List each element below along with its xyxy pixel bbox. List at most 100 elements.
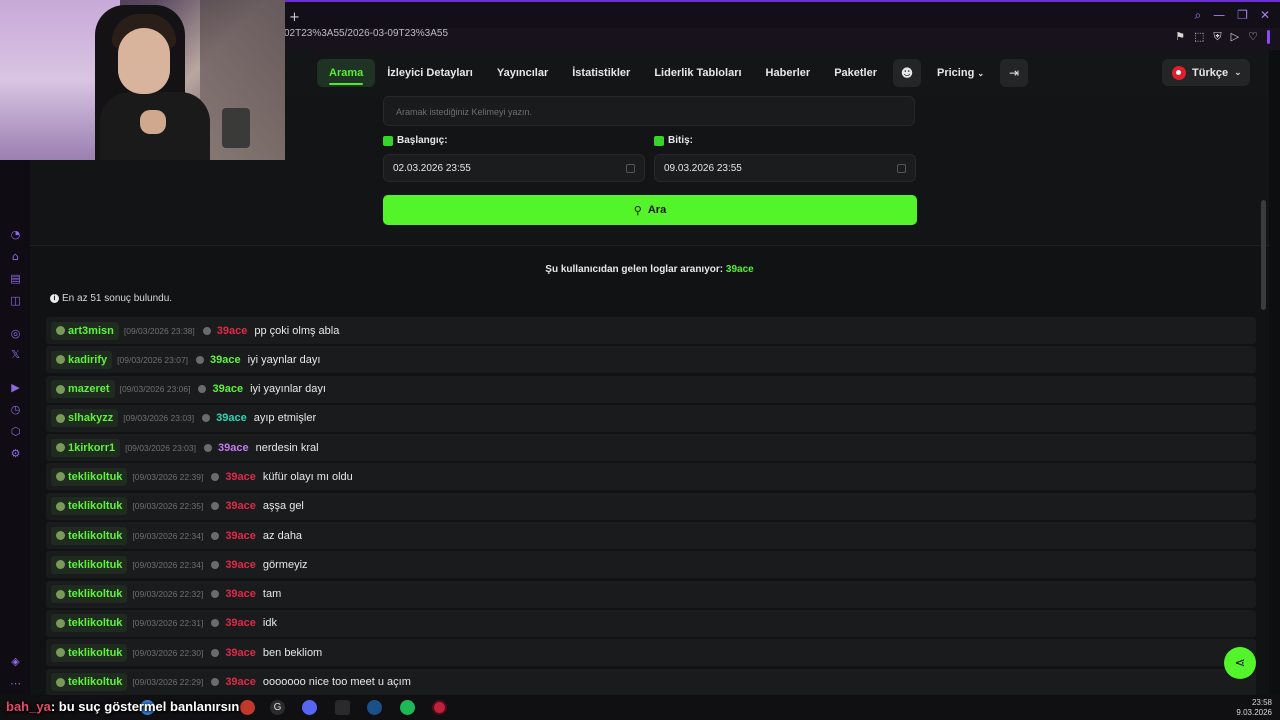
x-icon[interactable]: 𝕏: [9, 348, 22, 361]
screenshot-icon[interactable]: ⬚: [1194, 30, 1204, 44]
minimize-icon[interactable]: —: [1213, 8, 1225, 23]
log-user-chip[interactable]: teklikoltuk: [51, 643, 128, 662]
epic-games-icon[interactable]: [335, 700, 350, 715]
messenger-icon[interactable]: ◫: [9, 294, 22, 307]
nav-item-liderlik-tablolari[interactable]: Liderlik Tabloları: [642, 59, 753, 87]
nav-item-haberler[interactable]: Haberler: [754, 59, 823, 87]
log-target-user[interactable]: 39ace: [225, 559, 256, 571]
address-bar[interactable]: 02T23%3A55/2026-03-09T23%3A55: [284, 28, 448, 46]
log-message: idk: [262, 617, 277, 630]
opera-gx-icon[interactable]: [432, 700, 447, 715]
log-message: küfür olayı mı oldu: [262, 470, 353, 483]
shield-icon[interactable]: ⛨: [1213, 30, 1221, 44]
nav-item-izleyici-detaylari[interactable]: İzleyici Detayları: [375, 59, 485, 87]
log-row: mazeret [09/03/2026 23:06] 39ace iyi yayınl…: [46, 375, 1256, 403]
main-content: Aramak istediğiniz Kelimeyi yazın. Başla…: [30, 96, 1269, 695]
sidebar-toggle[interactable]: [1267, 30, 1270, 44]
shopping-icon[interactable]: ⌂: [9, 250, 22, 263]
stream-chat-overlay: bah_ya: bu suç göstermel banlanırsın: [6, 699, 239, 714]
search-icon[interactable]: ⌕: [1194, 8, 1201, 23]
log-row: kadirify [09/03/2026 23:07] 39ace iyi yaynl…: [46, 346, 1256, 374]
log-row: 1kirkorr1 [09/03/2026 23:03] 39ace nerdesin…: [46, 434, 1256, 462]
log-target-user[interactable]: 39ace: [225, 676, 256, 688]
maximize-icon[interactable]: ❐: [1237, 8, 1248, 23]
log-user-chip[interactable]: art3misn: [51, 321, 119, 340]
log-target-user[interactable]: 39ace: [216, 412, 247, 424]
log-user-chip[interactable]: mazeret: [51, 380, 115, 399]
status-dot-icon: [211, 619, 220, 628]
log-target-user[interactable]: 39ace: [212, 383, 243, 395]
bookmark-icon[interactable]: ⚑: [1175, 30, 1185, 44]
log-target-user[interactable]: 39ace: [225, 617, 256, 629]
log-username: 1kirkorr1: [68, 441, 116, 454]
instagram-icon[interactable]: ◎: [9, 327, 22, 340]
log-user-chip[interactable]: teklikoltuk: [51, 526, 128, 545]
search-button[interactable]: ⚲ Ara: [383, 195, 917, 225]
share-button[interactable]: ⋖: [1224, 647, 1256, 679]
log-list: art3misn [09/03/2026 23:38] 39ace pp çoki o…: [46, 317, 1256, 695]
log-target-user[interactable]: 39ace: [225, 500, 256, 512]
log-user-chip[interactable]: teklikoltuk: [51, 585, 128, 604]
clock-date: 9.03.2026: [1236, 708, 1272, 717]
chat-message: : bu suç göstermel banlanırsın: [50, 699, 240, 714]
log-user-chip[interactable]: 1kirkorr1: [51, 438, 121, 457]
history-icon[interactable]: ◷: [9, 403, 22, 416]
log-user-chip[interactable]: teklikoltuk: [51, 497, 128, 516]
log-target-user[interactable]: 39ace: [225, 471, 256, 483]
close-icon[interactable]: ✕: [1260, 8, 1270, 23]
speed-dial-icon[interactable]: ◔: [9, 228, 22, 241]
nav-item-arama[interactable]: Arama: [317, 59, 376, 87]
new-tab-button[interactable]: +: [289, 10, 300, 25]
log-timestamp: [09/03/2026 23:06]: [119, 384, 191, 395]
login-button[interactable]: ⇥: [1000, 59, 1029, 87]
taskbar-app-icon[interactable]: [240, 700, 255, 715]
player-icon[interactable]: ▶: [9, 381, 22, 394]
start-date-input[interactable]: 02.03.2026 23:55: [383, 154, 645, 182]
date-picker-icon[interactable]: [626, 164, 635, 173]
heart-icon[interactable]: ♡: [1248, 30, 1258, 44]
log-target-user[interactable]: 39ace: [217, 325, 248, 337]
settings-icon[interactable]: ⚙: [9, 447, 22, 460]
gx-icon[interactable]: ◈: [9, 655, 22, 668]
nav-item-pricing[interactable]: Pricing ⌄: [925, 59, 996, 87]
taskbar-app-icon[interactable]: G: [270, 700, 285, 715]
log-target-user[interactable]: 39ace: [225, 530, 256, 542]
log-user-chip[interactable]: kadirify: [51, 350, 113, 369]
twitch-icon[interactable]: ▤: [9, 272, 22, 285]
discord-icon[interactable]: [302, 700, 317, 715]
log-target-user[interactable]: 39ace: [225, 588, 256, 600]
discord-button[interactable]: ☻: [893, 59, 921, 87]
log-timestamp: [09/03/2026 22:34]: [132, 559, 204, 570]
avatar: [56, 618, 65, 628]
nav-item-paketler[interactable]: Paketler: [822, 59, 889, 87]
log-target-user[interactable]: 39ace: [210, 354, 241, 366]
end-date-input[interactable]: 09.03.2026 23:55: [654, 154, 916, 182]
log-username: slhakyzz: [68, 412, 114, 425]
scrollbar[interactable]: [1261, 200, 1266, 310]
log-user-chip[interactable]: teklikoltuk: [51, 673, 128, 692]
nav-item-yayincilar[interactable]: Yayıncılar: [485, 59, 560, 87]
webcam-person-hand: [140, 110, 166, 134]
more-icon[interactable]: ⋯: [9, 677, 22, 690]
nav-item-istatistikler[interactable]: İstatistikler: [560, 59, 642, 87]
log-target-user[interactable]: 39ace: [225, 647, 256, 659]
log-target-user[interactable]: 39ace: [218, 442, 249, 454]
log-row: teklikoltuk [09/03/2026 22:29] 39ace oooooo…: [46, 668, 1256, 695]
log-user-chip[interactable]: teklikoltuk: [51, 614, 128, 633]
log-user-chip[interactable]: teklikoltuk: [51, 555, 128, 574]
spotify-icon[interactable]: [400, 700, 415, 715]
log-timestamp: [09/03/2026 23:03]: [123, 413, 195, 424]
log-message: pp çoki olmş abla: [254, 324, 340, 337]
log-user-chip[interactable]: slhakyzz: [51, 409, 119, 428]
steam-icon[interactable]: [367, 700, 382, 715]
keyword-input[interactable]: Aramak istediğiniz Kelimeyi yazın.: [383, 96, 915, 126]
status-dot-icon: [211, 560, 220, 569]
log-row: art3misn [09/03/2026 23:38] 39ace pp çoki o…: [46, 317, 1256, 344]
log-timestamp: [09/03/2026 22:32]: [132, 589, 204, 600]
date-picker-icon[interactable]: [897, 164, 906, 173]
play-icon[interactable]: ▷: [1231, 30, 1239, 44]
log-user-chip[interactable]: teklikoltuk: [51, 467, 128, 486]
language-select[interactable]: Türkçe ⌄: [1162, 59, 1250, 86]
extensions-icon[interactable]: ⬡: [9, 425, 22, 438]
status-dot-icon: [211, 678, 220, 687]
